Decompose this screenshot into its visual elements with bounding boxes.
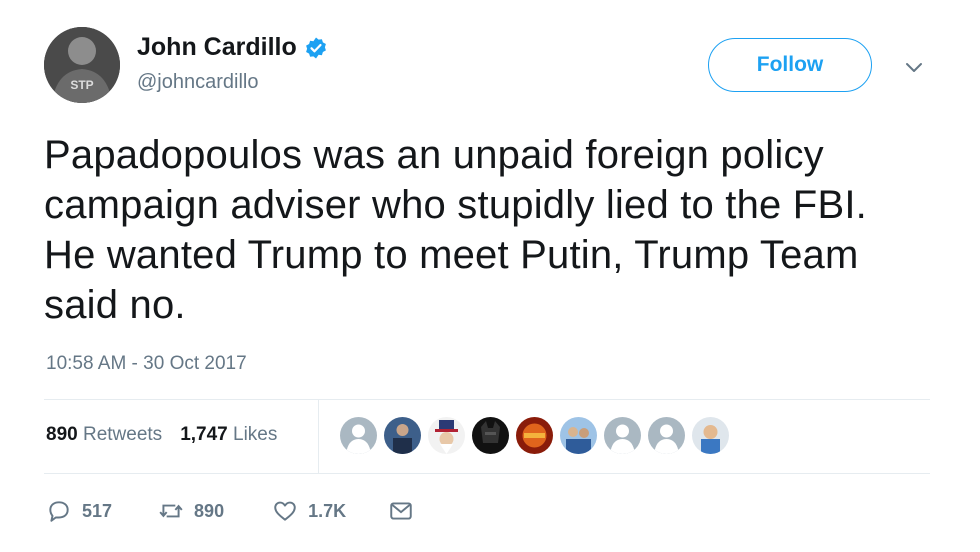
retweet-icon [159, 504, 183, 518]
retweets-label: Retweets [82, 424, 163, 445]
author-avatar[interactable]: STP [44, 27, 120, 103]
reply-button[interactable]: 517 [46, 498, 112, 524]
engagement-stats: 890 Retweets 1,747 Likes [46, 424, 277, 446]
direct-message-button[interactable] [388, 498, 414, 524]
liker-avatar[interactable] [692, 417, 729, 454]
envelope-icon [390, 502, 412, 520]
liker-avatar[interactable] [560, 417, 597, 454]
likes-label: Likes [233, 424, 278, 445]
tweet-text-line: Papadopoulos was an unpaid foreign polic… [44, 133, 824, 177]
retweet-button[interactable]: 890 [158, 498, 224, 524]
liker-avatar[interactable] [472, 417, 509, 454]
follow-button[interactable]: Follow [708, 38, 872, 92]
tweet-timestamp[interactable]: 10:58 AM - 30 Oct 2017 [46, 353, 247, 375]
likes-count: 1,747 [180, 424, 228, 445]
reply-icon [49, 501, 69, 522]
tweet-text-line: He wanted Trump to meet Putin, Trump Tea… [44, 233, 859, 277]
author-handle[interactable]: @johncardillo [137, 71, 258, 94]
liker-avatar[interactable] [428, 417, 465, 454]
tweet-text-line: said no. [44, 283, 186, 327]
chevron-down-icon[interactable] [902, 55, 926, 79]
liker-avatar[interactable] [384, 417, 421, 454]
retweets-count: 890 [46, 424, 78, 445]
stats-divider [318, 400, 319, 473]
retweets-stat[interactable]: 890 Retweets [46, 424, 162, 446]
avatar-photo: STP [44, 27, 120, 103]
tweet-text: Papadopoulos was an unpaid foreign polic… [44, 130, 944, 330]
liker-avatars [340, 417, 729, 454]
author-name-label: John Cardillo [137, 33, 297, 61]
tweet-text-line: campaign adviser who stupidly lied to th… [44, 183, 867, 227]
divider [44, 399, 930, 400]
like-button[interactable]: 1.7K [272, 498, 346, 524]
like-count: 1.7K [308, 500, 347, 521]
heart-icon [274, 501, 296, 521]
verified-badge-icon [305, 37, 326, 58]
liker-avatar[interactable] [340, 417, 377, 454]
retweet-count: 890 [194, 500, 225, 521]
likes-stat[interactable]: 1,747 Likes [180, 424, 277, 446]
author-name[interactable]: John Cardillo [137, 33, 328, 62]
avatar-shirt-text: STP [70, 78, 93, 92]
liker-avatar[interactable] [604, 417, 641, 454]
divider [44, 473, 930, 474]
liker-avatar[interactable] [648, 417, 685, 454]
tweet-actions: 517 890 1.7K [46, 498, 414, 524]
reply-count: 517 [82, 500, 113, 521]
liker-avatar[interactable] [516, 417, 553, 454]
